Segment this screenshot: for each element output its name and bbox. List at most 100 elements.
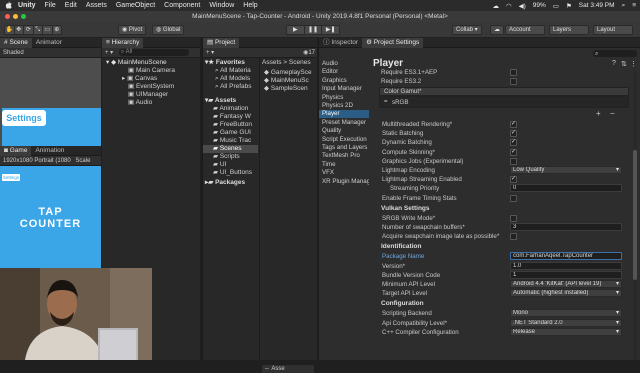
assets-root-row[interactable]: ▾▰ Assets xyxy=(203,97,258,105)
setting-dropdown[interactable]: Mono xyxy=(510,309,622,318)
tab-game[interactable]: ◙ Game xyxy=(0,146,32,156)
setting-field[interactable]: 0 xyxy=(510,184,622,193)
menu-window[interactable]: Window xyxy=(209,2,234,9)
setting-checkbox[interactable]: ✓ xyxy=(510,176,517,184)
hand-tool-icon[interactable]: ✋ xyxy=(5,26,15,34)
settings-category-item[interactable]: Script Execution xyxy=(319,136,369,144)
hierarchy-item-uimanager[interactable]: ▣ UIManager xyxy=(102,91,200,99)
setting-dropdown[interactable]: Release xyxy=(510,327,622,336)
setting-checkbox[interactable] xyxy=(510,194,517,202)
pause-icon[interactable]: ❚❚ xyxy=(305,26,323,34)
packages-row[interactable]: ▸▰ Packages xyxy=(203,179,258,187)
menu-unity[interactable]: Unity xyxy=(18,2,36,9)
settings-category-item[interactable]: Tags and Layers xyxy=(319,144,369,152)
rect-tool-icon[interactable]: ▭ xyxy=(43,26,53,34)
favorite-item[interactable]: ⌕ All Models xyxy=(203,75,258,83)
setting-checkbox[interactable] xyxy=(510,214,517,222)
zoom-slider[interactable]: ⇔ xyxy=(264,366,271,372)
folder-item[interactable]: ▰ UI_Buttons xyxy=(203,169,258,177)
color-gamut-value[interactable]: sRGB xyxy=(392,99,409,106)
game-settings-badge[interactable]: Settings xyxy=(2,174,20,181)
setting-checkbox[interactable]: ✓ xyxy=(510,130,517,138)
scene-view[interactable]: Settings xyxy=(0,58,101,146)
folder-item[interactable]: ▰ Animation xyxy=(203,105,258,113)
cloud-icon[interactable]: ☁ xyxy=(492,2,499,10)
setting-checkbox[interactable] xyxy=(510,157,517,165)
scene-file-item[interactable]: ◆ GameplaySce xyxy=(260,69,318,77)
menu-edit[interactable]: Edit xyxy=(65,2,77,9)
list-remove-button[interactable]: − xyxy=(610,109,615,118)
settings-category-item[interactable]: XR Plugin Manag xyxy=(319,178,369,186)
project-add-button[interactable]: + ▾ xyxy=(206,50,214,56)
collab-button[interactable]: Collab ▾ xyxy=(452,25,482,35)
hierarchy-search-input[interactable]: ⌕ All xyxy=(118,48,189,56)
setting-field[interactable]: 1.0 xyxy=(510,261,622,270)
move-tool-icon[interactable]: ✥ xyxy=(15,26,24,34)
search-icon[interactable]: ⌕ xyxy=(622,2,626,10)
setting-checkbox[interactable]: ✓ xyxy=(510,121,517,128)
settings-category-item[interactable]: Quality xyxy=(319,127,369,135)
pivot-toggle[interactable]: ◉ Pivot xyxy=(118,25,147,35)
hierarchy-item-eventsystem[interactable]: ▣ EventSystem xyxy=(102,83,200,91)
settings-scrollbar-thumb[interactable] xyxy=(633,150,637,280)
transform-tool-icon[interactable]: ⊕ xyxy=(53,26,62,34)
settings-category-item[interactable]: Editor xyxy=(319,68,369,76)
menu-gameobject[interactable]: GameObject xyxy=(116,2,155,9)
tab-animation[interactable]: Animation xyxy=(31,146,68,156)
settings-search-input[interactable]: ⌕ xyxy=(593,50,637,57)
shading-dropdown[interactable]: Shaded xyxy=(3,50,24,56)
global-toggle[interactable]: ◍ Global xyxy=(152,25,185,35)
game-view[interactable]: Settings TAP COUNTER xyxy=(0,166,101,270)
setting-dropdown[interactable]: Automatic (highest installed) xyxy=(510,289,622,298)
hierarchy-scene-row[interactable]: ▾ ◆ MainMenuScene xyxy=(102,59,200,67)
folder-item[interactable]: ▰ Scripts xyxy=(203,153,258,161)
help-icon[interactable]: ? xyxy=(612,60,616,67)
favorite-item[interactable]: ⌕ All Prefabs xyxy=(203,83,258,91)
battery-icon[interactable]: ▭ xyxy=(553,2,559,10)
flag-icon[interactable]: ⚑ xyxy=(566,2,572,10)
settings-category-item[interactable]: Audio xyxy=(319,60,369,68)
folder-item[interactable]: ▰ Fantasy W xyxy=(203,113,258,121)
folder-item[interactable]: ▰ Music Trac xyxy=(203,137,258,145)
wifi-icon[interactable]: ◠ xyxy=(506,2,512,10)
settings-category-item[interactable]: Player xyxy=(319,110,369,119)
setting-checkbox[interactable] xyxy=(510,233,517,241)
settings-category-item[interactable]: Input Manager xyxy=(319,85,369,93)
settings-category-item[interactable]: TextMesh Pro xyxy=(319,152,369,160)
tab-animator[interactable]: Animator xyxy=(32,38,66,48)
settings-category-item[interactable]: Physics 2D xyxy=(319,102,369,110)
control-center-icon[interactable]: ≡ xyxy=(632,2,636,9)
scene-file-item[interactable]: ◆ MainMenuSc xyxy=(260,77,318,85)
resolution-dropdown[interactable]: 1920x1080 Portrait (1080 xyxy=(3,158,71,164)
favorites-row[interactable]: ▾★ Favorites xyxy=(203,59,258,67)
layout-dropdown[interactable]: Layout xyxy=(593,25,633,35)
setting-field[interactable]: 3 xyxy=(510,223,622,231)
settings-category-item[interactable]: Time xyxy=(319,161,369,169)
volume-icon[interactable]: ◀) xyxy=(519,2,526,10)
scene-file-item[interactable]: ◆ SampleScen xyxy=(260,85,318,93)
require-es31-checkbox[interactable] xyxy=(510,69,517,76)
close-window-icon[interactable] xyxy=(5,14,10,19)
layers-dropdown[interactable]: Layers xyxy=(549,25,589,35)
setting-dropdown[interactable]: .NET Standard 2.0 xyxy=(510,318,622,327)
settings-category-item[interactable]: Graphics xyxy=(319,77,369,85)
folder-item[interactable]: ▰ Game GUI xyxy=(203,129,258,137)
tab-inspector[interactable]: ⓘ Inspector xyxy=(319,38,362,48)
folder-item-selected[interactable]: ▰ Scenes xyxy=(203,145,258,153)
setting-dropdown[interactable]: Android 4.4 'KitKat' (API level 19) xyxy=(510,280,622,288)
apple-icon[interactable] xyxy=(4,1,12,11)
tab-hierarchy[interactable]: ≡ Hierarchy xyxy=(102,38,144,48)
menu-component[interactable]: Component xyxy=(164,2,200,9)
tab-project[interactable]: ▤ Project xyxy=(203,38,240,48)
cloud-services-icon[interactable]: ☁ xyxy=(490,25,504,35)
folder-item[interactable]: ▰ FreeButton xyxy=(203,121,258,129)
favorite-item[interactable]: ⌕ All Materia xyxy=(203,67,258,75)
play-icon[interactable]: ▶ xyxy=(287,26,305,34)
hierarchy-item-canvas[interactable]: ▸ ▣ Canvas xyxy=(102,75,200,83)
list-add-button[interactable]: + xyxy=(596,109,601,118)
menu-file[interactable]: File xyxy=(45,2,56,9)
settings-category-item[interactable]: Physics xyxy=(319,94,369,102)
settings-scrollbar[interactable] xyxy=(633,70,637,360)
settings-category-item[interactable]: VFX xyxy=(319,169,369,177)
setting-field[interactable]: com.FarhanAqeel.TapCounter xyxy=(510,252,622,261)
